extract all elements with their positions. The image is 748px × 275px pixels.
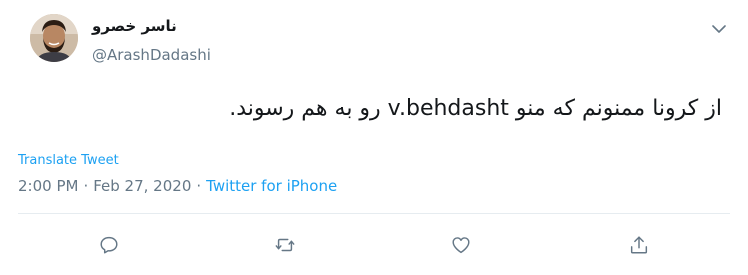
share-icon (630, 236, 648, 254)
retweet-button[interactable] (270, 230, 300, 260)
tweet-meta: 2:00 PM · Feb 27, 2020 · Twitter for iPh… (18, 175, 337, 197)
tweet-source-link[interactable]: Twitter for iPhone (206, 177, 337, 195)
translate-tweet-link[interactable]: Translate Tweet (18, 153, 119, 168)
tweet-actions (0, 228, 748, 264)
like-button[interactable] (446, 230, 476, 260)
tweet-card: ناسر خصرو @ArashDadashi از کرونا ممنونم … (0, 0, 748, 275)
avatar[interactable] (30, 14, 78, 62)
reply-button[interactable] (94, 230, 124, 260)
share-button[interactable] (624, 230, 654, 260)
tweet-text: از کرونا ممنونم که منو v.behdasht رو به … (229, 96, 722, 121)
divider (18, 213, 730, 214)
meta-separator: · (83, 177, 89, 195)
heart-icon (452, 237, 470, 254)
retweet-icon (275, 238, 295, 252)
tweet-date[interactable]: Feb 27, 2020 (93, 177, 191, 195)
tweet-menu-button[interactable] (708, 18, 730, 40)
avatar-image (30, 14, 78, 62)
meta-separator: · (196, 177, 202, 195)
author-display-name[interactable]: ناسر خصرو (92, 17, 177, 35)
tweet-time[interactable]: 2:00 PM (18, 177, 78, 195)
chevron-down-icon (712, 24, 726, 33)
author-handle[interactable]: @ArashDadashi (92, 46, 211, 64)
reply-icon (100, 236, 118, 254)
